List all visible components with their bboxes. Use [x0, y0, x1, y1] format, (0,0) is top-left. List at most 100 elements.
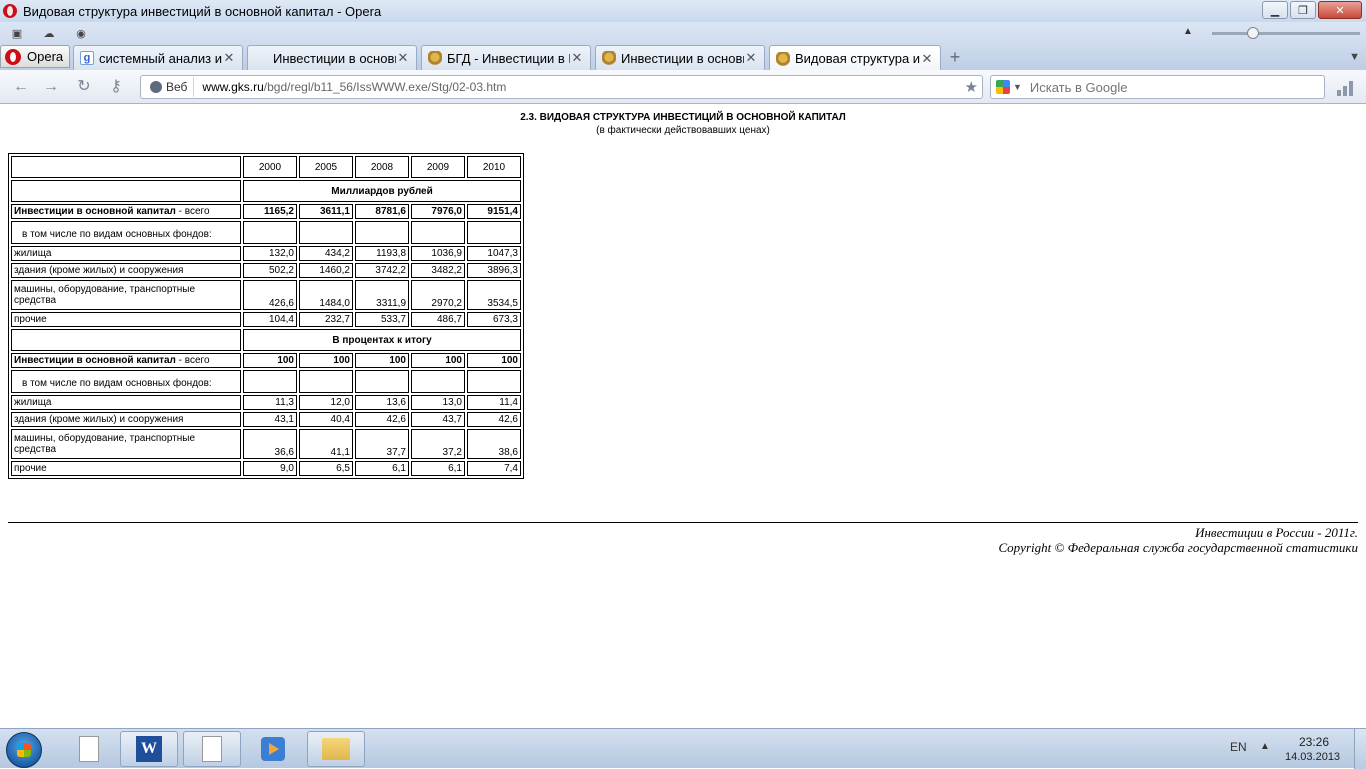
footer-divider: [8, 522, 1358, 523]
cell-value: 673,3: [467, 312, 521, 327]
rosstat-emblem-favicon-icon: [428, 51, 442, 65]
folder-icon: [322, 738, 350, 760]
search-engine-dropdown-icon[interactable]: ▼: [1013, 82, 1022, 92]
row-label: жилища: [11, 246, 241, 261]
tab-close-icon[interactable]: ✕: [744, 50, 758, 66]
opera-logo-icon: [5, 48, 21, 65]
maximize-button[interactable]: ❐: [1290, 1, 1316, 19]
tab-1[interactable]: g системный анализ ин... ✕: [73, 45, 243, 70]
row-label: прочие: [11, 461, 241, 476]
cell-value: 486,7: [411, 312, 465, 327]
table-row: прочие 104,4 232,7 533,7 486,7 673,3: [11, 312, 521, 327]
taskbar-document-button[interactable]: [183, 731, 241, 767]
cell-value: 232,7: [299, 312, 353, 327]
cell-value: 12,0: [299, 395, 353, 410]
cell-value: 42,6: [355, 412, 409, 427]
table-row: здания (кроме жилых) и сооружения 43,1 4…: [11, 412, 521, 427]
address-toolbar: ← → ↻ ⚷ Веб www.gks.ru/bgd/regl/b11_56/I…: [0, 70, 1366, 104]
clock-date[interactable]: 14.03.2013: [1285, 751, 1340, 763]
window-title: Видовая структура инвестиций в основной …: [23, 3, 382, 19]
tab-5-active[interactable]: Видовая структура ин... ✕: [769, 45, 941, 71]
site-badge-label: Веб: [166, 80, 188, 94]
clock-time[interactable]: 23:26: [1299, 735, 1329, 749]
table-header-row: 2000 2005 2008 2009 2010: [11, 156, 521, 178]
window-titlebar: Видовая структура инвестиций в основной …: [0, 0, 1366, 22]
section-row-rubles: Миллиардов рублей: [11, 180, 521, 202]
table-row: жилища 132,0 434,2 1193,8 1036,9 1047,3: [11, 246, 521, 261]
section-heading: В процентах к итогу: [243, 329, 521, 351]
start-button[interactable]: [6, 732, 42, 768]
row-label: прочие: [11, 312, 241, 327]
site-badge[interactable]: Веб: [144, 77, 195, 97]
rosstat-emblem-favicon-icon: [602, 51, 616, 65]
google-search-engine-icon[interactable]: [996, 80, 1010, 94]
taskbar-media-player-button[interactable]: [244, 731, 302, 767]
cell-value: 132,0: [243, 246, 297, 261]
close-window-button[interactable]: ✕: [1318, 1, 1362, 19]
cell-value: 11,4: [467, 395, 521, 410]
rosstat-emblem-favicon-icon: [776, 51, 790, 66]
year-header: 2010: [467, 156, 521, 178]
cell-value: 37,7: [355, 429, 409, 459]
row-label: машины, оборудование, транспортные средс…: [11, 429, 241, 459]
taskbar-notepad-button[interactable]: [60, 731, 118, 767]
bandwidth-bars-icon[interactable]: [1337, 80, 1355, 96]
new-tab-plus-icon[interactable]: +: [947, 48, 963, 66]
cell-value: 1036,9: [411, 246, 465, 261]
minimize-button[interactable]: ▁: [1262, 1, 1288, 19]
cell-value: 1193,8: [355, 246, 409, 261]
tab-label: Видовая структура ин...: [795, 51, 920, 66]
page-subtitle: (в фактически действовавших ценах): [596, 125, 770, 136]
reload-icon[interactable]: ↻: [75, 78, 93, 96]
tab-close-icon[interactable]: ✕: [396, 50, 410, 66]
table-row: в том числе по видам основных фондов:: [11, 370, 521, 393]
tab-3[interactable]: БГД - Инвестиции в Р... ✕: [421, 45, 591, 70]
table-row: жилища 11,3 12,0 13,6 13,0 11,4: [11, 395, 521, 410]
back-arrow-icon[interactable]: ←: [12, 78, 30, 96]
cell-value: 8781,6: [355, 204, 409, 219]
cell-value: 100: [355, 353, 409, 368]
tab-4[interactable]: Инвестиции в основн... ✕: [595, 45, 765, 70]
zoom-slider[interactable]: [1212, 32, 1360, 35]
cell-value: 3482,2: [411, 263, 465, 278]
tab-label: Инвестиции в основн...: [273, 50, 396, 66]
tab-close-icon[interactable]: ✕: [920, 51, 934, 67]
tab-list-chevron-icon[interactable]: ▼: [1349, 51, 1360, 63]
bookmark-star-icon[interactable]: ★: [965, 78, 978, 96]
taskbar-word-button[interactable]: W: [120, 731, 178, 767]
table-row: в том числе по видам основных фондов:: [11, 221, 521, 244]
address-field[interactable]: Веб www.gks.ru/bgd/regl/b11_56/IssWWW.ex…: [140, 75, 983, 99]
footer-copyright: Copyright © Федеральная служба государст…: [998, 540, 1358, 555]
cell-value: 100: [243, 353, 297, 368]
tab-2[interactable]: Инвестиции в основн... ✕: [247, 45, 417, 70]
tab-close-icon[interactable]: ✕: [570, 50, 584, 66]
taskbar-explorer-button[interactable]: [307, 731, 365, 767]
forward-arrow-icon[interactable]: →: [42, 78, 60, 96]
opera-menu-button[interactable]: Opera: [0, 45, 70, 68]
search-input[interactable]: [1029, 79, 1310, 95]
section-heading: Миллиардов рублей: [243, 180, 521, 202]
opera-menu-label: Opera: [27, 49, 64, 64]
cell-value: 9151,4: [467, 204, 521, 219]
table-row: машины, оборудование, транспортные средс…: [11, 429, 521, 459]
language-indicator[interactable]: EN: [1230, 740, 1247, 754]
tab-close-icon[interactable]: ✕: [222, 50, 236, 66]
opera-unite-cloud-icon[interactable]: ☁: [42, 27, 56, 40]
search-field[interactable]: ▼: [990, 75, 1325, 99]
cell-value: 41,1: [299, 429, 353, 459]
show-desktop-button[interactable]: [1354, 729, 1366, 769]
cell-value: 43,7: [411, 412, 465, 427]
collapse-toolbar-icon[interactable]: ▲: [1183, 26, 1193, 37]
cell-value: 6,1: [355, 461, 409, 476]
tray-expand-icon[interactable]: ▲: [1260, 741, 1270, 752]
cell-value: 100: [467, 353, 521, 368]
url-text[interactable]: www.gks.ru/bgd/regl/b11_56/IssWWW.exe/St…: [202, 80, 506, 94]
year-header: 2008: [355, 156, 409, 178]
cell-value: 7,4: [467, 461, 521, 476]
cell-value: 1165,2: [243, 204, 297, 219]
cell-value: 3896,3: [467, 263, 521, 278]
panel-toggle-icon[interactable]: ▣: [10, 27, 24, 40]
zoom-slider-knob[interactable]: [1247, 27, 1259, 39]
key-wand-icon[interactable]: ⚷: [107, 78, 125, 96]
speed-dial-icon[interactable]: ◉: [74, 27, 88, 40]
